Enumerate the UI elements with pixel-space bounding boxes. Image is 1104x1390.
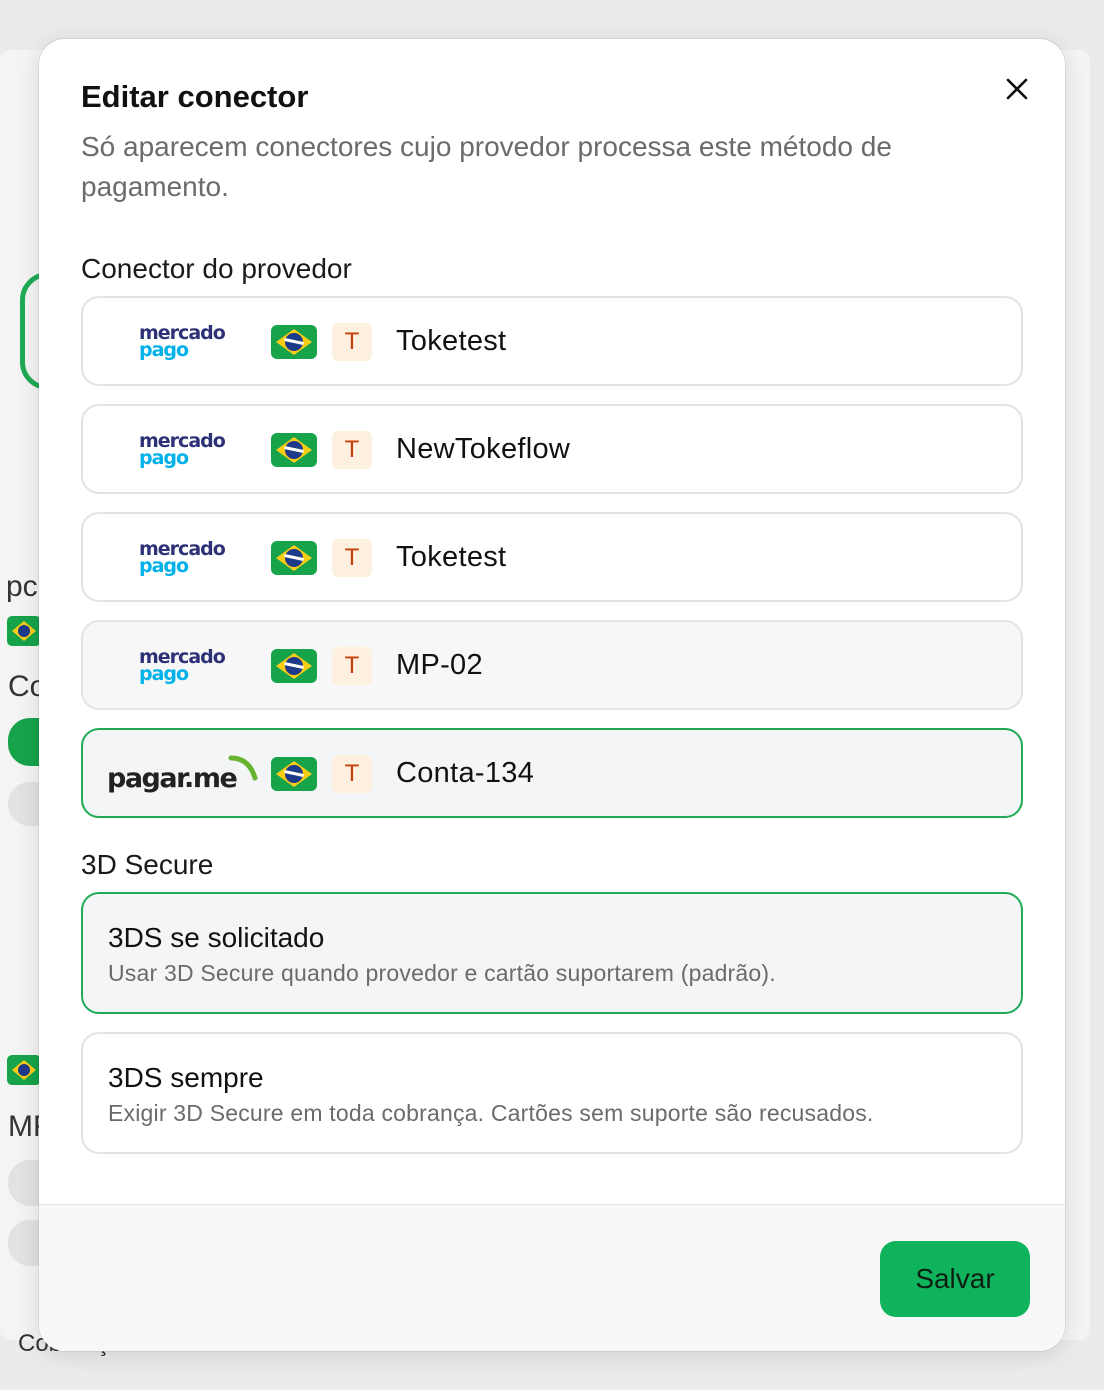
connector-option[interactable]: mercado pago T Toketest [81, 512, 1023, 602]
mercado-pago-logo: mercado pago [139, 538, 225, 577]
mercado-pago-logo: mercado pago [139, 646, 225, 685]
3ds-always-option[interactable]: 3DS sempre Exigir 3D Secure em toda cobr… [81, 1032, 1023, 1154]
test-mode-badge: T [332, 755, 372, 793]
dialog-description: Só aparecem conectores cujo provedor pro… [81, 131, 892, 202]
brazil-flag-icon [271, 433, 317, 467]
connector-option[interactable]: mercado pago T MP-02 [81, 620, 1023, 710]
pagarme-logo: pagar.me [107, 755, 258, 794]
svg-text:pago: pago [139, 555, 189, 577]
test-mode-badge: T [332, 647, 372, 685]
svg-text:pago: pago [139, 339, 189, 361]
3d-secure-label: 3D Secure [81, 849, 214, 880]
test-mode-badge: T [332, 431, 372, 469]
connector-option[interactable]: mercado pago T Toketest [81, 296, 1023, 386]
brazil-flag-icon [271, 541, 317, 575]
test-mode-badge: T [332, 539, 372, 577]
background-flag-icon [7, 616, 41, 646]
option-description: Exigir 3D Secure em toda cobrança. Cartõ… [108, 1100, 874, 1126]
option-description: Usar 3D Secure quando provedor e cartão … [108, 960, 776, 986]
3ds-if-requested-option[interactable]: 3DS se solicitado Usar 3D Secure quando … [81, 892, 1023, 1014]
close-icon [1006, 78, 1028, 100]
mercado-pago-logo: mercado pago [139, 430, 225, 469]
svg-text:pagar.me: pagar.me [107, 763, 236, 794]
option-title: 3DS se solicitado [108, 922, 325, 953]
save-button[interactable]: Salvar [880, 1241, 1030, 1317]
svg-text:pago: pago [139, 447, 189, 469]
connector-option[interactable]: mercado pago T NewTokeflow [81, 404, 1023, 494]
brazil-flag-icon [271, 325, 317, 359]
connector-name: Toketest [396, 541, 507, 573]
option-title: 3DS sempre [108, 1062, 264, 1093]
background-text-pc: pc [6, 570, 38, 603]
background-flag-icon [7, 1055, 41, 1085]
dialog-footer: Salvar [39, 1204, 1065, 1351]
connector-option-selected[interactable]: pagar.me T Conta-134 [81, 728, 1023, 818]
mercado-pago-logo: mercado pago [139, 322, 225, 361]
brazil-flag-icon [271, 757, 317, 791]
dialog-title: Editar conector [81, 79, 309, 114]
svg-text:pago: pago [139, 663, 189, 685]
connector-name: Conta-134 [396, 757, 535, 789]
brazil-flag-icon [271, 649, 317, 683]
connector-name: Toketest [396, 325, 507, 357]
connector-name: MP-02 [396, 649, 483, 681]
close-button[interactable] [999, 71, 1035, 107]
edit-connector-dialog: Editar conector Só aparecem conectores c… [39, 39, 1065, 1351]
test-mode-badge: T [332, 323, 372, 361]
connector-name: NewTokeflow [396, 433, 571, 465]
provider-connector-label: Conector do provedor [81, 253, 352, 284]
